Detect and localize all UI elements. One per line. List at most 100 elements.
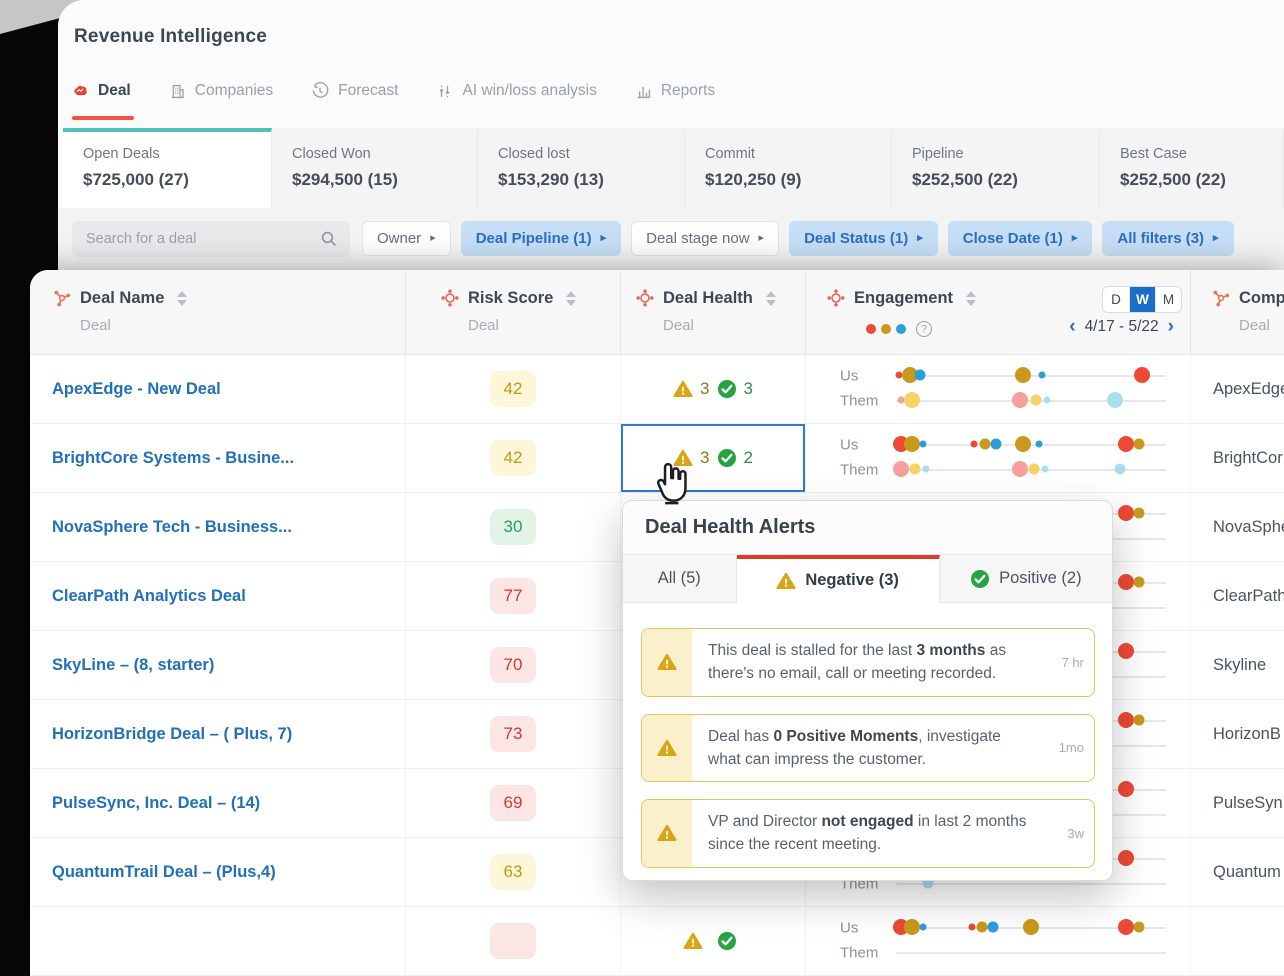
alert-stripe bbox=[642, 800, 692, 867]
engagement-dot-gold bbox=[1023, 919, 1039, 935]
company-cell: Quantum bbox=[1190, 838, 1284, 906]
tab-label: Deal bbox=[98, 82, 131, 99]
filter-all-filters-3[interactable]: All filters (3) ▸ bbox=[1102, 221, 1234, 256]
period-option-d[interactable]: D bbox=[1103, 287, 1129, 312]
tab-deal[interactable]: Deal bbox=[72, 82, 131, 100]
alert-text-segment: 0 Positive Moments bbox=[773, 727, 919, 745]
engagement-cell: Us Them bbox=[805, 907, 1190, 975]
summary-card-commit[interactable]: Commit $120,250 (9) bbox=[685, 128, 892, 208]
caret-right-icon: ▸ bbox=[917, 232, 923, 244]
engagement-track bbox=[893, 461, 1166, 477]
deal-name-link[interactable]: QuantumTrail Deal – (Plus,4) bbox=[52, 863, 276, 882]
deal-name-cell: HorizonBridge Deal – ( Plus, 7) bbox=[30, 700, 405, 768]
filter-owner[interactable]: Owner ▸ bbox=[362, 221, 451, 256]
deal-name-link[interactable]: HorizonBridge Deal – ( Plus, 7) bbox=[52, 725, 292, 744]
period-option-w[interactable]: W bbox=[1129, 287, 1155, 312]
engagement-dot-red bbox=[1133, 367, 1150, 383]
engagement-row-label: Us bbox=[840, 919, 859, 937]
summary-card-best-case[interactable]: Best Case $252,500 (22) bbox=[1100, 128, 1284, 208]
engagement-dot-blue bbox=[1038, 371, 1046, 379]
alert-text: VP and Director not engaged in last 2 mo… bbox=[692, 800, 1040, 867]
summary-card-value: $120,250 (9) bbox=[705, 170, 802, 189]
tab-forecast[interactable]: Forecast bbox=[311, 82, 398, 100]
risk-score-cell: 73 bbox=[405, 700, 620, 768]
engagement-row-label: Them bbox=[840, 461, 879, 479]
column-title: Risk Score bbox=[468, 288, 554, 307]
filter-deal-stage-now[interactable]: Deal stage now ▸ bbox=[631, 221, 780, 256]
risk-score-badge: 70 bbox=[490, 647, 536, 683]
filter-close-date-1[interactable]: Close Date (1) ▸ bbox=[947, 221, 1093, 256]
warning-icon bbox=[657, 739, 677, 757]
engagement-dot-lightblue bbox=[1106, 392, 1123, 408]
tab-reports[interactable]: Reports bbox=[635, 82, 715, 100]
risk-score-badge: 73 bbox=[490, 716, 536, 752]
summary-card-pipeline[interactable]: Pipeline $252,500 (22) bbox=[892, 128, 1100, 208]
deal-name-link[interactable]: NovaSphere Tech - Business... bbox=[52, 518, 292, 537]
deal-health-cell[interactable]: 33 bbox=[620, 355, 805, 423]
tab-ai-win-loss-analysis[interactable]: AI win/loss analysis bbox=[436, 82, 597, 100]
chevron-left-icon[interactable]: ‹ bbox=[1069, 317, 1075, 336]
freddy-icon bbox=[826, 288, 846, 308]
hubspot-icon bbox=[1211, 288, 1231, 308]
sort-arrows[interactable] bbox=[566, 290, 577, 306]
column-header-deal-health[interactable]: Deal Health Deal bbox=[620, 270, 805, 355]
table-row: ApexEdge - New Deal 42 3 3 Us Them ApexEdge bbox=[30, 355, 1284, 424]
deal-health-cell[interactable] bbox=[620, 907, 805, 975]
deal-name-link[interactable]: ClearPath Analytics Deal bbox=[52, 587, 246, 606]
column-header-risk-score[interactable]: Risk Score Deal bbox=[405, 270, 620, 355]
caret-right-icon: ▸ bbox=[600, 232, 607, 244]
sort-arrows[interactable] bbox=[966, 290, 977, 306]
sort-arrows[interactable] bbox=[177, 290, 188, 306]
engagement-dot-lightblue bbox=[922, 465, 930, 473]
search-input[interactable] bbox=[72, 221, 350, 257]
popover-tab-positive-2[interactable]: Positive (2) bbox=[939, 555, 1112, 603]
warning-icon bbox=[673, 380, 693, 398]
alert-text-segment: 3 months bbox=[916, 642, 986, 659]
deal-name-cell bbox=[30, 907, 405, 975]
summary-card-closed-won[interactable]: Closed Won $294,500 (15) bbox=[272, 128, 478, 208]
alert-text: Deal has 0 Positive Moments, investigate… bbox=[692, 715, 1040, 782]
alert-timestamp: 1mo bbox=[1058, 740, 1084, 756]
warning-icon bbox=[776, 572, 796, 590]
hubspot-icon bbox=[52, 288, 72, 308]
engagement-dot-gold bbox=[904, 919, 921, 935]
engagement-dot-red bbox=[1117, 919, 1134, 935]
positive-count: 2 bbox=[743, 448, 753, 467]
summary-card-open-deals[interactable]: Open Deals $725,000 (27) bbox=[63, 128, 272, 208]
alert-timestamp: 3w bbox=[1067, 825, 1084, 841]
column-header-engagement[interactable]: Engagement ? DWM ‹ 4/17 - 5/22 › bbox=[805, 270, 1190, 355]
search-box bbox=[72, 221, 350, 257]
deal-name-link[interactable]: ApexEdge - New Deal bbox=[52, 380, 221, 399]
popover-tab-all-5[interactable]: All (5) bbox=[623, 555, 737, 603]
negative-count: 3 bbox=[700, 379, 710, 398]
reports-icon bbox=[635, 83, 652, 100]
filter-label: Owner bbox=[377, 230, 422, 247]
summary-card-closed-lost[interactable]: Closed lost $153,290 (13) bbox=[478, 128, 685, 208]
engagement-dot-blue bbox=[919, 923, 927, 931]
engagement-dot-lightyellow bbox=[904, 392, 921, 408]
deal-name-link[interactable]: PulseSync, Inc. Deal – (14) bbox=[52, 794, 260, 813]
deal-health-cell[interactable]: 32 bbox=[620, 424, 805, 492]
column-header-company[interactable]: Comp Deal bbox=[1190, 270, 1284, 355]
chevron-right-icon[interactable]: › bbox=[1168, 317, 1174, 336]
positive-count: 3 bbox=[743, 379, 753, 398]
filter-deal-pipeline-1[interactable]: Deal Pipeline (1) ▸ bbox=[460, 221, 622, 256]
alert-timestamp: 7 hr bbox=[1061, 654, 1084, 670]
engagement-dot-lightblue bbox=[1041, 465, 1048, 473]
deal-name-link[interactable]: SkyLine – (8, starter) bbox=[52, 656, 214, 675]
popover-tab-negative-3[interactable]: Negative (3) bbox=[736, 555, 940, 603]
tab-companies[interactable]: Companies bbox=[169, 82, 273, 100]
risk-score-cell: 30 bbox=[405, 493, 620, 561]
engagement-track bbox=[893, 436, 1166, 452]
column-header-deal-name[interactable]: Deal Name Deal bbox=[30, 270, 405, 355]
period-option-m[interactable]: M bbox=[1155, 287, 1181, 312]
popover-tab-label: Negative (3) bbox=[805, 571, 899, 589]
filter-label: All filters (3) bbox=[1117, 230, 1205, 247]
deal-name-link[interactable]: BrightCore Systems - Busine... bbox=[52, 449, 294, 468]
sort-arrows[interactable] bbox=[765, 290, 776, 306]
alert-text-segment: VP and Director bbox=[708, 813, 822, 830]
column-title: Engagement bbox=[854, 288, 954, 307]
help-icon[interactable]: ? bbox=[916, 321, 932, 337]
filter-deal-status-1[interactable]: Deal Status (1) ▸ bbox=[789, 221, 938, 256]
search-icon bbox=[320, 230, 338, 248]
